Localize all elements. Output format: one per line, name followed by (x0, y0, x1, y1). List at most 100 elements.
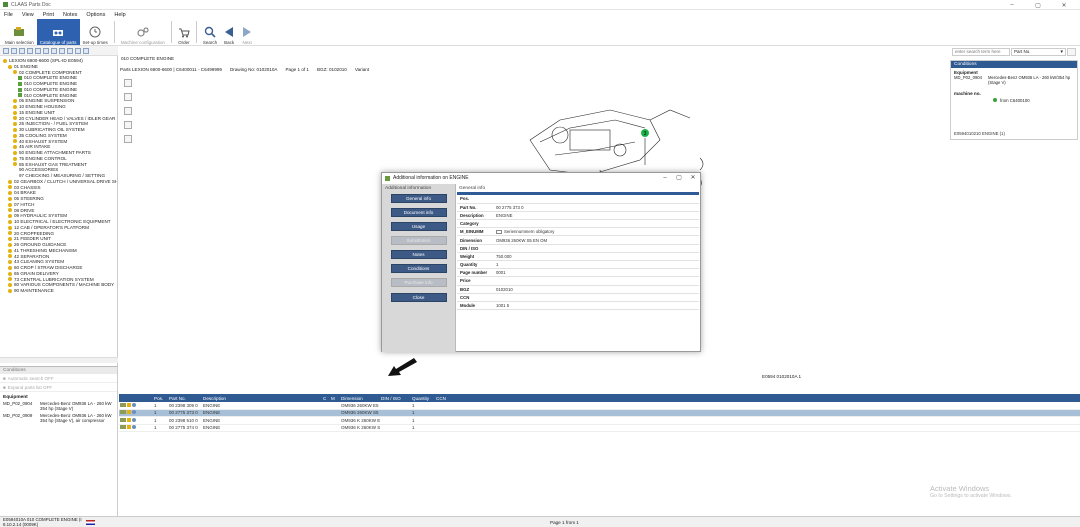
table-row[interactable]: 1 00 2775 373 0 ENGINE OM936 260KW S5 1 (119, 409, 1080, 417)
row-icon[interactable] (120, 410, 126, 415)
dialog-nav-button[interactable]: Notes (390, 250, 447, 259)
flag-icon[interactable] (86, 520, 95, 525)
menu-help[interactable]: Help (114, 12, 125, 18)
list-icon[interactable] (11, 47, 17, 54)
row-icon[interactable] (120, 425, 126, 430)
menu-options[interactable]: Options (86, 12, 105, 18)
menu-file[interactable]: File (4, 12, 13, 18)
info-icon[interactable] (132, 417, 136, 422)
general-info-table: Pos. Part No. 00 2775 373 0 Description ENGI… (457, 195, 699, 311)
dialog-nav-button[interactable]: Purchase info (390, 278, 447, 287)
info-icon[interactable] (132, 402, 136, 407)
row-icons (119, 410, 153, 415)
toggle-off-icon: ■ (3, 375, 6, 381)
expand-parts-toggle[interactable]: ■ Expand parts list OFF (0, 383, 117, 392)
equipment-row[interactable]: MD_P02_0909 Mercedes-Benz OM936 LA - 260 … (0, 413, 117, 425)
folder-dot-icon (13, 156, 17, 161)
close-button[interactable]: ✕ (1052, 0, 1076, 10)
info-key: BGZ (457, 285, 493, 294)
folder-dot-icon (8, 242, 12, 247)
export-icon[interactable] (51, 47, 57, 54)
dialog-minimize-button[interactable]: – (658, 173, 672, 183)
status-version: 8.10.2.14 (0009K) (3, 522, 39, 527)
filter-icon[interactable] (43, 47, 49, 54)
folder-dot-icon (8, 219, 12, 224)
info-icon[interactable] (132, 410, 136, 415)
main-selection-button[interactable]: Main selection (2, 19, 37, 45)
row-icon[interactable] (127, 417, 131, 422)
cell-part: 00 2398 510 0 (169, 417, 198, 423)
conditions-panel-left: Conditions ■ Automatic search OFF ■ Expand… (0, 366, 118, 516)
table-row[interactable]: 1 00 2398 510 0 ENGINE OM936 K 260KW E 1 (119, 417, 1080, 425)
maximize-button[interactable]: ▢ (1026, 0, 1050, 10)
print-icon[interactable] (59, 47, 65, 54)
tree-horizontal-scrollbar[interactable] (0, 357, 118, 363)
menu-bar: File View Print Notes Options Help (0, 10, 1080, 19)
dialog-nav-button[interactable]: Usage (390, 222, 447, 231)
toggle-off-icon: ■ (3, 384, 6, 390)
back-button[interactable]: Back (220, 19, 238, 45)
info-icon[interactable] (132, 425, 136, 430)
table-row[interactable]: 1 00 2398 309 0 ENGINE OM936 260KW E5 1 (119, 402, 1080, 410)
catalogue-of-parts-button[interactable]: Catalogue of parts (36, 19, 80, 45)
menu-print[interactable]: Print (43, 12, 54, 18)
info-key: Module (457, 301, 493, 311)
search-field-select[interactable]: Part No. (1011, 48, 1066, 56)
tree-icon[interactable] (19, 47, 25, 54)
folder-dot-icon (13, 127, 17, 132)
menu-view[interactable]: View (22, 12, 34, 18)
status-bar: E0594010A 010 COMPLETE ENGINE (I 8.10.2.… (0, 516, 1080, 527)
search-go-button[interactable] (1067, 48, 1076, 56)
search-input[interactable]: enter search term here (952, 48, 1010, 56)
dialog-maximize-button[interactable]: ▢ (672, 173, 686, 183)
row-icon[interactable] (120, 402, 126, 407)
dialog-close-action-button[interactable]: Close (390, 293, 447, 302)
table-row[interactable]: 1 00 2775 374 0 ENGINE OM936 K 260KW S 1 (119, 425, 1080, 432)
dialog-nav-button[interactable]: Document info (390, 208, 447, 217)
dialog-nav-button[interactable]: General info (390, 194, 447, 203)
dialog-nav-button[interactable]: Conditions (390, 264, 447, 273)
status-page: Page 1 from 1 (550, 520, 579, 525)
row-icon[interactable] (127, 402, 131, 407)
cell-qty: 1 (412, 410, 415, 416)
zoom-in-icon[interactable] (123, 79, 132, 87)
rotate-icon[interactable] (123, 121, 132, 129)
equipment-row[interactable]: MD_P02_0904 Mercedes-Benz OM936 LA - 260 … (0, 401, 117, 413)
folder-dot-icon (13, 116, 17, 121)
info-key: DIN / ISO (457, 244, 493, 253)
zoom-out-icon[interactable] (123, 93, 132, 101)
machine-configuration-button[interactable]: Machine configuration (118, 19, 168, 45)
menu-notes[interactable]: Notes (63, 12, 77, 18)
set-up-times-button[interactable]: Set-up times (80, 19, 111, 45)
assembly-icon (18, 76, 22, 81)
search-button[interactable]: Search (200, 19, 220, 45)
next-arrow-icon (241, 26, 253, 38)
fit-icon[interactable] (123, 107, 132, 115)
dialog-close-button[interactable]: ✕ (686, 173, 700, 183)
copy-icon[interactable] (67, 47, 73, 54)
hotspot-icon[interactable] (123, 135, 132, 143)
info-value (493, 276, 699, 286)
view-icon[interactable] (3, 47, 9, 54)
expand-icon[interactable] (27, 47, 33, 54)
cart-icon (178, 26, 190, 38)
folder-dot-icon (8, 196, 12, 201)
dialog-nav-button[interactable]: Substitution (390, 236, 447, 245)
collapse-icon[interactable] (35, 47, 41, 54)
minimize-button[interactable]: – (1000, 0, 1024, 10)
tree-node[interactable]: 90 MAINTENANCE (0, 288, 117, 294)
next-button[interactable]: Next (238, 19, 256, 45)
row-icon[interactable] (127, 410, 131, 415)
row-icon[interactable] (127, 425, 131, 430)
catalogue-tree[interactable]: LEXION 6900-6600 (SPL-ID E0594) 01 ENGINE… (0, 56, 118, 366)
conditions-footer: E0594010210 ENGINE (1) (954, 131, 1005, 136)
order-button[interactable]: Order (175, 19, 193, 45)
folder-dot-icon (8, 237, 12, 242)
row-icon[interactable] (120, 417, 126, 422)
link-icon[interactable] (75, 47, 81, 54)
assembly-title: 010 COMPLETE ENGINE (121, 56, 175, 61)
app-logo-icon (385, 175, 390, 181)
status-dot-icon (993, 98, 997, 103)
info-value (493, 219, 699, 229)
settings-icon[interactable] (83, 47, 89, 54)
